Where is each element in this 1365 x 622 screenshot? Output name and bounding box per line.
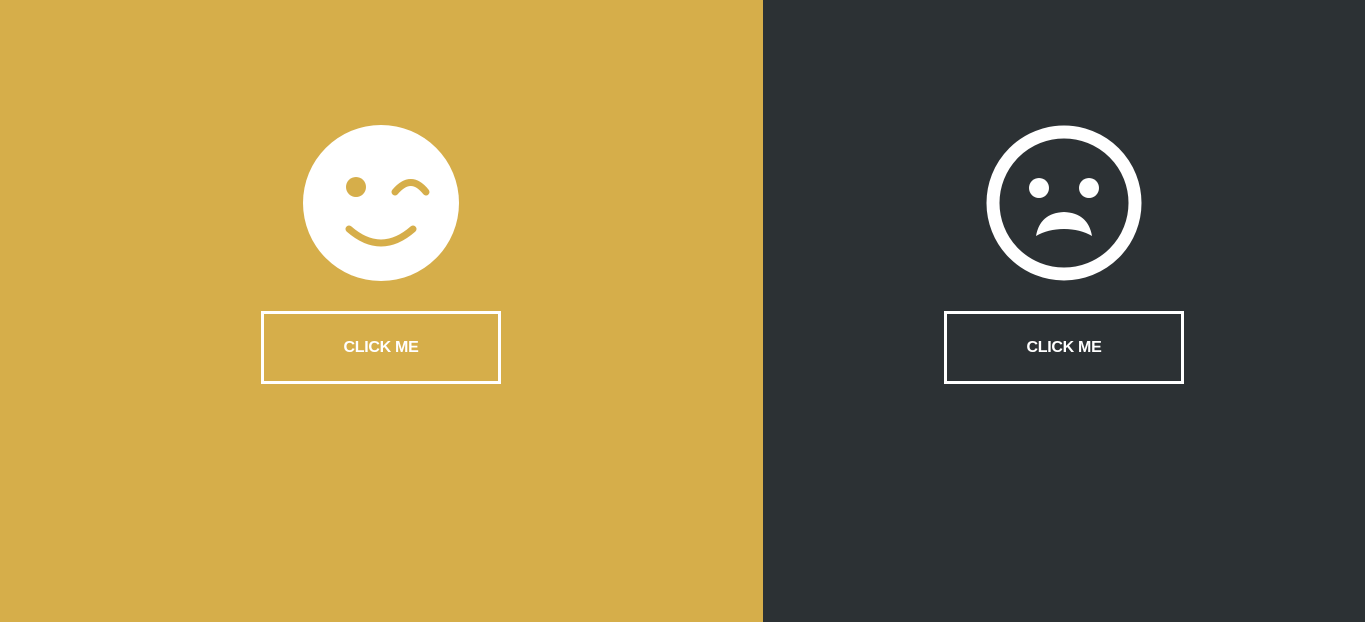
winking-smiley-icon [303,125,459,281]
happy-panel: CLICK ME [0,0,763,622]
click-me-button-left[interactable]: CLICK ME [261,311,501,384]
sad-panel: CLICK ME [763,0,1365,622]
sad-face-icon [986,125,1142,281]
click-me-button-right[interactable]: CLICK ME [944,311,1184,384]
split-page: CLICK ME CLICK ME [0,0,1365,622]
